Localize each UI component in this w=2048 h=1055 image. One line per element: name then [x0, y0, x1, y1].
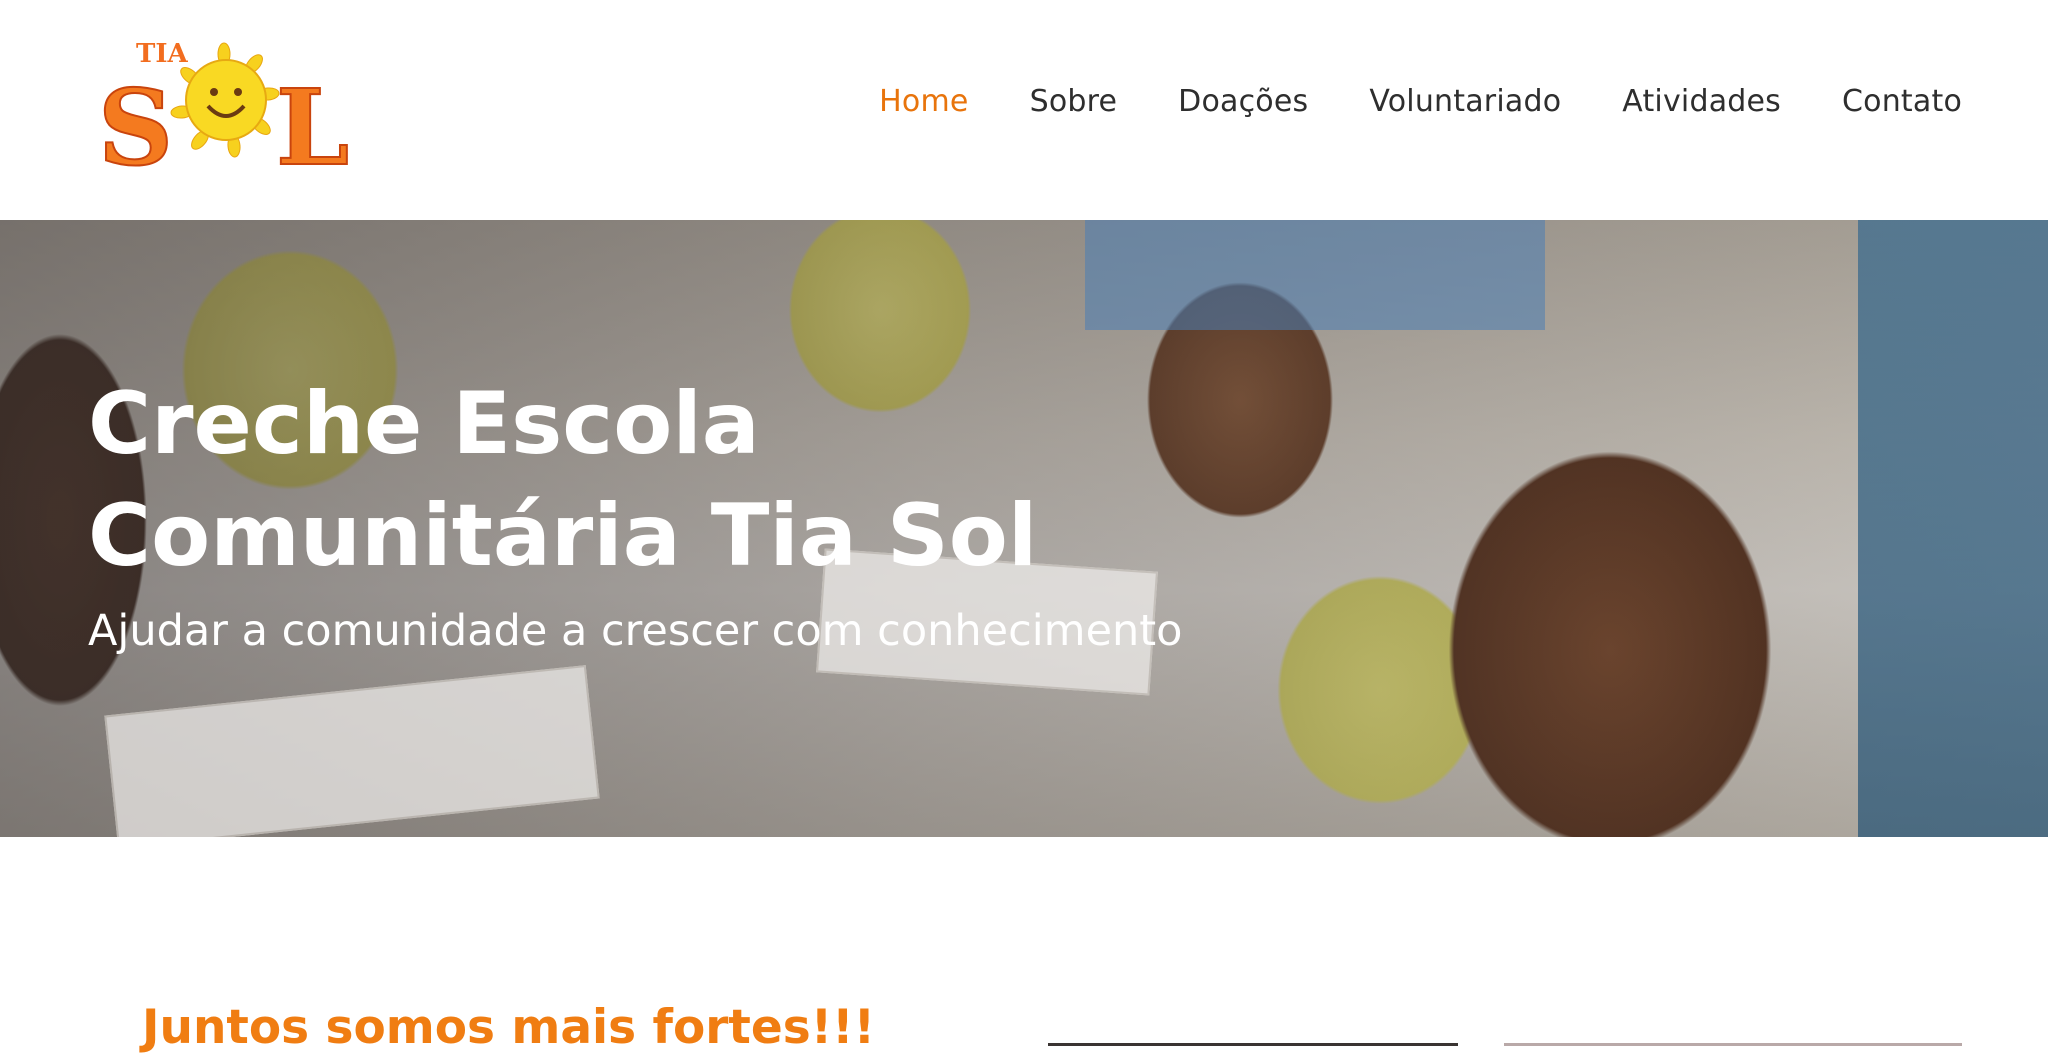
hero-background-wall-art: [1858, 220, 2048, 837]
nav-item-sobre[interactable]: Sobre: [1030, 84, 1118, 119]
nav-item-contato[interactable]: Contato: [1842, 84, 1962, 119]
nav-item-voluntariado[interactable]: Voluntariado: [1369, 84, 1561, 119]
main-nav: Home Sobre Doações Voluntariado Atividad…: [818, 84, 1962, 119]
hero-banner: Creche Escola Comunitária Tia Sol Ajudar…: [0, 220, 2048, 837]
logo-text-tia: TIA: [136, 39, 189, 69]
hero-subtitle: Ajudar a comunidade a crescer com conhec…: [88, 606, 1183, 656]
nav-item-atividades[interactable]: Atividades: [1622, 84, 1781, 119]
hero-background-paper: [104, 665, 600, 837]
sun-logo-icon: TIA S L: [97, 39, 350, 190]
site-header: TIA S L Home Sobre Doações Voluntariado …: [0, 0, 2048, 220]
nav-item-doacoes[interactable]: Doações: [1178, 84, 1308, 119]
svg-text:L: L: [276, 66, 349, 184]
svg-text:S: S: [98, 66, 173, 184]
nav-item-home[interactable]: Home: [879, 84, 968, 119]
tia-sol-logo[interactable]: TIA S L: [96, 34, 366, 190]
hero-title: Creche Escola Comunitária Tia Sol: [88, 374, 1038, 586]
hero-background-poster: [1085, 220, 1545, 330]
section-tagline: Juntos somos mais fortes!!!: [142, 1000, 876, 1055]
